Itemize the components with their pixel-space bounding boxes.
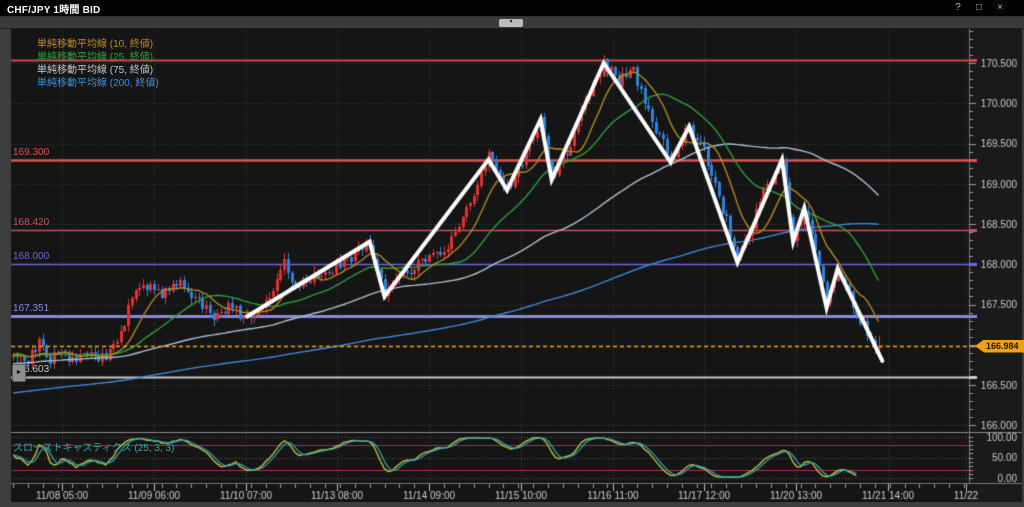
close-button[interactable]: × xyxy=(994,1,1006,15)
level-label: 168.420 xyxy=(13,217,49,228)
legend-item-sma10[interactable]: 単純移動平均線 (10, 終値) xyxy=(37,38,159,51)
help-button[interactable]: ? xyxy=(952,1,964,15)
window-border-left xyxy=(0,16,11,507)
level-label: 168.000 xyxy=(13,251,49,262)
level-label: 167.351 xyxy=(13,303,49,314)
legend-item-sma75[interactable]: 単純移動平均線 (75, 終値) xyxy=(37,64,159,77)
window-border-bottom xyxy=(0,502,1024,507)
indicator-legend: 単純移動平均線 (10, 終値) 単純移動平均線 (25, 終値) 単純移動平均… xyxy=(37,38,159,90)
level-label: 169.300 xyxy=(13,147,49,158)
panel-expander-button[interactable]: ► xyxy=(12,364,26,382)
window-title: CHF/JPY 1時間 BID xyxy=(0,1,100,16)
titlebar[interactable]: CHF/JPY 1時間 BID ? □ × xyxy=(0,0,1024,17)
chart-window: CHF/JPY 1時間 BID ? □ × ▾ 単純移動平均線 (10, 終値)… xyxy=(0,0,1024,507)
current-price-tag: 166.984 xyxy=(975,340,1024,353)
maximize-button[interactable]: □ xyxy=(973,1,985,15)
toolbar-collapse-button[interactable]: ▾ xyxy=(499,19,523,27)
legend-item-sma200[interactable]: 単純移動平均線 (200, 終値) xyxy=(37,77,159,90)
toolbar-strip: ▾ xyxy=(0,17,1024,29)
legend-item-sma25[interactable]: 単純移動平均線 (25, 終値) xyxy=(37,51,159,64)
stochastics-label[interactable]: スローストキャスティクス (25, 3, 3) xyxy=(13,439,174,454)
